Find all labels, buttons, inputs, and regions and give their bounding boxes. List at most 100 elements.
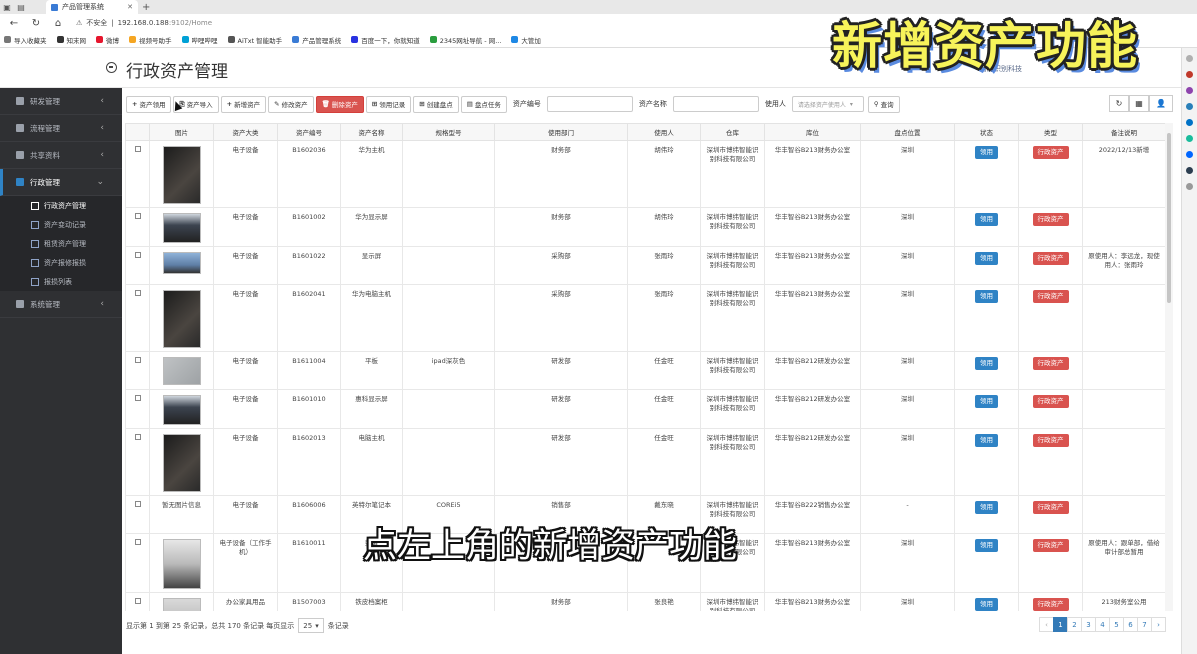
sidebar-item-flow[interactable]: 流程管理 ‹ [0,115,122,142]
asset-photo[interactable] [162,252,201,274]
create-inventory-button[interactable]: ⊞ 创建盘点 [413,95,459,113]
new-tab-icon[interactable]: + [142,2,150,13]
sidebar-item-system[interactable]: 系统管理 ‹ [0,291,122,318]
prev-page-button[interactable]: ‹ [1039,617,1054,632]
next-page-button[interactable]: › [1151,617,1166,632]
asset-photo[interactable] [162,213,201,243]
delete-asset-button[interactable]: 🗑 删除资产 [315,95,364,113]
status-button[interactable]: 领用 [975,357,998,370]
copilot-icon[interactable] [1186,103,1193,110]
row-checkbox[interactable] [134,146,141,152]
bag-icon[interactable] [1186,71,1193,78]
asset-photo[interactable] [162,357,201,385]
query-button[interactable]: ⚲ 查询 [867,95,900,113]
add-icon[interactable] [1186,183,1193,190]
columns-icon[interactable]: ▦ [1129,95,1149,112]
status-button[interactable]: 领用 [975,252,998,265]
table-row[interactable]: 电子设备 B1602036 华为主机 财务部 胡伟玲 深圳市博纬智能识别科技有限公司 华丰智… [125,140,1165,208]
row-checkbox[interactable] [134,290,141,296]
page-button[interactable]: 5 [1109,617,1124,632]
status-button[interactable]: 领用 [975,434,998,447]
bookmark-baidu[interactable]: 百度一下，你就知道 [351,35,420,45]
send-icon[interactable] [1186,135,1193,142]
bookmark-2345[interactable]: 2345网址导航 - 网... [429,35,501,45]
asset-photo[interactable] [162,395,201,425]
table-scrollbar[interactable] [1165,123,1173,611]
status-button[interactable]: 领用 [975,598,998,611]
bookmark-daguan[interactable]: 大管加 [511,35,541,45]
table-row[interactable]: 电子设备 B1601022 显示屏 采购部 张雨玲 深圳市博纬智能识别科技有限公司 华丰智谷… [125,246,1165,285]
status-button[interactable]: 领用 [975,501,998,514]
home-icon[interactable]: ⌂ [48,18,68,29]
status-button[interactable]: 领用 [975,539,998,552]
tab-group-icon[interactable]: ▤ [14,0,28,14]
sidebar-subitem-repair[interactable]: 资产报修报损 [0,253,122,272]
sidebar-item-admin[interactable]: 行政管理 ⌄ [0,169,122,196]
row-checkbox[interactable] [134,501,141,507]
row-checkbox[interactable] [134,539,141,545]
status-button[interactable]: 领用 [975,395,998,408]
sidebar-subitem-lease[interactable]: 租赁资产管理 [0,234,122,253]
sidebar-subitem-asset[interactable]: 行政资产管理 [0,196,122,215]
table-row[interactable]: 电子设备 B1601010 惠科显示屏 研发部 任金旺 深圳市博纬智能识别科技有限公司 华丰… [125,389,1165,429]
bookmark-product[interactable]: 产品管理系统 [292,35,341,45]
asset-photo[interactable] [162,290,201,348]
row-checkbox[interactable] [134,598,141,604]
refresh-icon[interactable]: ↻ [1109,95,1129,112]
back-icon[interactable]: ← [4,18,24,29]
browser-tab[interactable]: 产品管理系统 ✕ [46,0,138,14]
page-button[interactable]: 7 [1137,617,1152,632]
bookmark-import[interactable]: 导入收藏夹 [4,35,47,45]
asset-code-input[interactable] [546,96,633,112]
row-checkbox[interactable] [134,395,141,401]
asset-photo[interactable] [162,598,201,611]
row-checkbox[interactable] [134,252,141,258]
row-checkbox[interactable] [134,434,141,440]
scrollbar-thumb[interactable] [1167,133,1171,303]
page-button[interactable]: 3 [1081,617,1096,632]
table-row[interactable]: 电子设备 B1601002 华为显示屏 财务部 胡伟玲 深圳市博纬智能识别科技有限公司 华丰… [125,207,1165,247]
asset-photo[interactable] [162,539,201,589]
table-row[interactable]: 电子设备 B1602013 电脑主机 研发部 任金旺 深圳市博纬智能识别科技有限公司 华丰智… [125,428,1165,496]
window-menu-icon[interactable]: ▣ [0,0,14,14]
reload-icon[interactable]: ↻ [26,18,46,29]
user-select[interactable]: 请选择资产使用人 ▾ [791,96,864,112]
page-button[interactable]: 1 [1053,617,1068,632]
zhihu-icon[interactable] [1186,151,1193,158]
outlook-icon[interactable] [1186,119,1193,126]
table-row[interactable]: 电子设备 B1611004 平板 ipad深灰色 研发部 任金旺 深圳市博纬智能识别科技有限… [125,351,1165,390]
bookmark-video[interactable]: 视频号助手 [129,35,172,45]
bookmark-bilibili[interactable]: 哔哩哔哩 [181,35,218,45]
page-button[interactable]: 6 [1123,617,1138,632]
sidebar-subitem-loss[interactable]: 报损列表 [0,272,122,291]
bookmark-aitxt[interactable]: AiTxt 智能助手 [227,35,282,45]
sidebar-subitem-change[interactable]: 资产变动记录 [0,215,122,234]
status-button[interactable]: 领用 [975,290,998,303]
status-button[interactable]: 领用 [975,146,998,159]
inventory-task-button[interactable]: ▤ 盘点任务 [460,95,507,113]
use-record-button[interactable]: ⊞ 领用记录 [365,95,412,113]
address-field[interactable]: ⚠ 不安全 | 192.168.0.188:9102/Home [76,16,212,30]
page-size-select[interactable]: 25 ▾ [298,618,324,633]
row-checkbox[interactable] [134,213,141,219]
bookmark-zhimo[interactable]: 知末网 [56,35,86,45]
user-icon[interactable] [1186,55,1193,62]
table-row[interactable]: 电子设备 B1602041 华为电脑主机 采购部 张雨玲 深圳市博纬智能识别科技有限公司 华… [125,284,1165,352]
status-button[interactable]: 领用 [975,213,998,226]
bookmark-weibo[interactable]: 微博 [96,35,119,45]
asset-photo[interactable] [162,146,201,204]
close-tab-icon[interactable]: ✕ [127,3,133,11]
page-button[interactable]: 2 [1067,617,1082,632]
sidebar-item-rd[interactable]: 研发管理 ‹ [0,88,122,115]
tools-icon[interactable] [1186,87,1193,94]
table-row[interactable]: 办公家具用品 B1507003 铁皮档案柜 财务部 张良艳 深圳市博纬智能识别科技有限公司… [125,592,1165,611]
app-icon[interactable] [1186,167,1193,174]
edit-asset-button[interactable]: ✎ 修改资产 [268,95,314,113]
asset-use-button[interactable]: + 资产领用 [126,95,172,113]
asset-name-input[interactable] [672,96,759,112]
add-asset-button[interactable]: + 新增资产 [220,95,267,113]
page-button[interactable]: 4 [1095,617,1110,632]
collapse-sidebar-icon[interactable] [106,62,117,73]
sidebar-item-share[interactable]: 共享资料 ‹ [0,142,122,169]
export-user-icon[interactable]: 👤 [1149,95,1173,112]
